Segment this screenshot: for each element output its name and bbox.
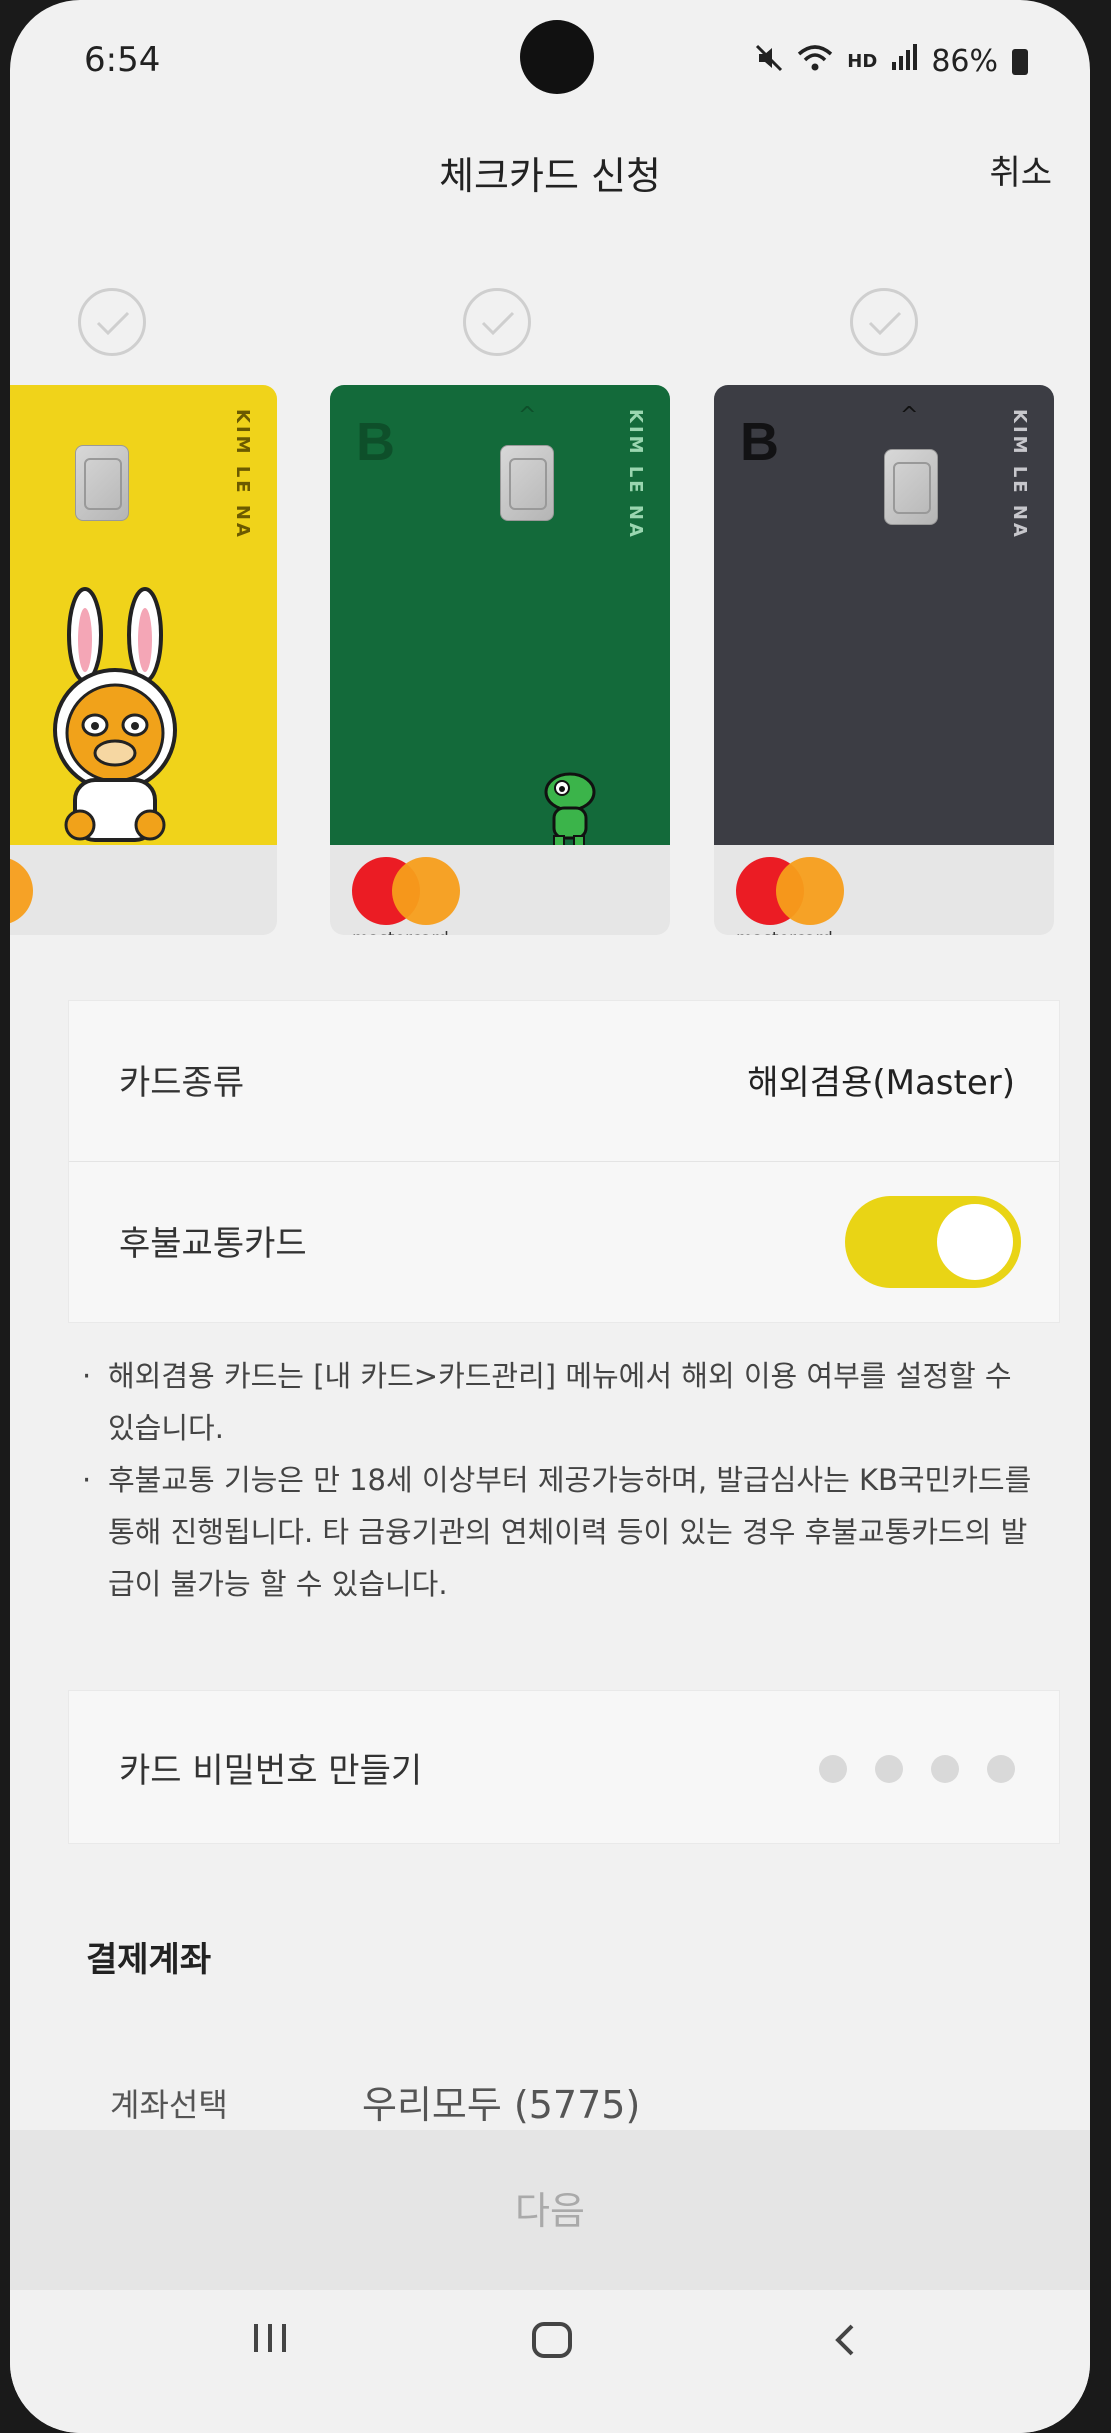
card-options-panel: 카드종류 해외겸용(Master) 후불교통카드 [68, 1000, 1060, 1323]
card-bottom: card [10, 845, 277, 935]
cardholder-name: KIM LE NA [232, 409, 253, 540]
card-type-value: 해외겸용(Master) [747, 1063, 1015, 1103]
caret-icon: ^ [518, 403, 537, 428]
card-face: B ^ KIM LE NA [330, 385, 670, 847]
header: 체크카드 신청 취소 [10, 145, 1090, 205]
cardholder-name: KIM LE NA [625, 409, 646, 540]
page-title: 체크카드 신청 [439, 154, 661, 198]
card-brand-text: mastercard [736, 929, 833, 935]
next-button-label: 다음 [515, 2189, 585, 2233]
back-icon[interactable] [830, 2320, 860, 2370]
toggle-knob [937, 1204, 1013, 1280]
phone-screen: 6:54 HD 86% 체크카드 신청 취소 KIM LE NA B ^ KIM… [10, 0, 1090, 2433]
pin-dot [819, 1755, 847, 1783]
card-bottom: mastercard [330, 845, 670, 935]
payment-account-title: 결제계좌 [86, 1940, 212, 1980]
card-type-label: 카드종류 [119, 1063, 245, 1103]
home-icon[interactable] [530, 2320, 574, 2370]
card-design-green[interactable]: B ^ KIM LE NA mastercard [330, 385, 670, 935]
status-bar: 6:54 HD 86% [10, 0, 1090, 120]
battery-percent: 86% [931, 44, 998, 79]
crocodile-character-icon [544, 772, 596, 847]
pin-dot [931, 1755, 959, 1783]
bank-logo-icon: B [356, 412, 395, 472]
card-chip-icon [884, 449, 938, 525]
card-chip-icon [75, 445, 129, 521]
card-design-dark[interactable]: B ^ KIM LE NA mastercard [714, 385, 1054, 935]
pin-dots [819, 1755, 1015, 1783]
pin-dot [987, 1755, 1015, 1783]
card-pin-row[interactable]: 카드 비밀번호 만들기 [68, 1690, 1060, 1844]
cancel-button[interactable]: 취소 [989, 145, 1052, 194]
note-transit: 후불교통 기능은 만 18세 이상부터 제공가능하며, 발급심사는 KB국민카드… [78, 1454, 1038, 1610]
transit-card-row: 후불교통카드 [69, 1162, 1059, 1322]
account-select-value[interactable]: 우리모두 (5775) [362, 2074, 640, 2129]
card-select-check-icon[interactable] [78, 288, 146, 356]
card-type-row[interactable]: 카드종류 해외겸용(Master) [69, 1001, 1059, 1162]
front-camera [520, 20, 594, 94]
card-bottom: mastercard [714, 845, 1054, 935]
recent-apps-icon[interactable] [250, 2320, 290, 2366]
card-select-check-icon[interactable] [850, 288, 918, 356]
battery-icon [1012, 48, 1028, 75]
status-icons: HD 86% [755, 44, 1028, 79]
transit-card-toggle[interactable] [845, 1196, 1021, 1288]
wifi-icon [797, 44, 833, 79]
card-select-check-icon[interactable] [463, 288, 531, 356]
hd-voice-icon: HD [847, 51, 878, 72]
system-nav-bar [10, 2290, 1090, 2433]
status-time: 6:54 [84, 40, 161, 80]
card-chip-icon [500, 445, 554, 521]
cardholder-name: KIM LE NA [1009, 409, 1030, 540]
card-pin-label: 카드 비밀번호 만들기 [119, 1751, 423, 1791]
transit-card-label: 후불교통카드 [119, 1224, 307, 1264]
bank-logo-icon: B [740, 412, 779, 472]
next-button[interactable]: 다음 [10, 2130, 1090, 2290]
mute-icon [755, 44, 783, 79]
info-notes: 해외겸용 카드는 [내 카드>카드관리] 메뉴에서 해외 이용 여부를 설정할 … [78, 1350, 1038, 1610]
rabbit-character-icon [53, 587, 177, 842]
card-brand-text: mastercard [352, 929, 449, 935]
caret-icon: ^ [900, 403, 919, 428]
card-face: B ^ KIM LE NA [714, 385, 1054, 845]
account-select-label: 계좌선택 [110, 2086, 228, 2124]
note-overseas: 해외겸용 카드는 [내 카드>카드관리] 메뉴에서 해외 이용 여부를 설정할 … [78, 1350, 1038, 1454]
card-design-yellow[interactable]: KIM LE NA card [10, 385, 277, 935]
pin-dot [875, 1755, 903, 1783]
signal-icon [891, 44, 918, 79]
card-face: KIM LE NA [10, 385, 277, 845]
